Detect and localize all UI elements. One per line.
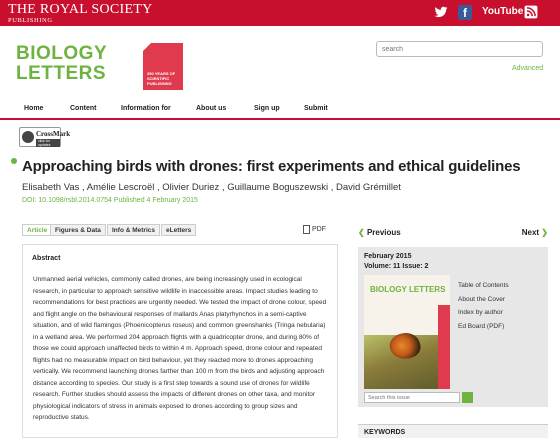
brand-name: THE ROYAL SOCIETY [8, 2, 153, 17]
top-bar: THE ROYAL SOCIETY PUBLISHING f YouTube [0, 0, 560, 26]
ed-board-link[interactable]: Ed Board (PDF) [458, 320, 509, 334]
journal-logo-line2: LETTERS [16, 63, 107, 84]
keywords-panel: KEYWORDS [358, 424, 548, 438]
issue-links: Table of Contents About the Cover Index … [458, 279, 509, 333]
issue-volume: Volume: 11 Issue: 2 [364, 263, 429, 270]
nav-item-content[interactable]: Content [70, 105, 96, 112]
tab-eletters[interactable]: eLetters [161, 224, 197, 236]
brand-sub: PUBLISHING [8, 17, 53, 24]
badge-fold [143, 43, 151, 51]
tab-article[interactable]: Article [22, 224, 53, 236]
crossmark-icon [22, 131, 34, 143]
main-nav: Home Content Information for About us Si… [0, 100, 560, 120]
royal-society-logo[interactable]: THE ROYAL SOCIETY PUBLISHING [8, 2, 153, 24]
issue-search-button[interactable] [462, 392, 473, 403]
issue-search-input[interactable] [364, 392, 460, 403]
pdf-link[interactable]: PDF [312, 226, 326, 233]
journal-logo-line1: BIOLOGY [16, 43, 108, 64]
next-link[interactable]: Next ❯ [522, 228, 548, 237]
abstract-heading: Abstract [32, 255, 61, 262]
nav-item-home[interactable]: Home [24, 105, 43, 112]
nav-item-sign-up[interactable]: Sign up [254, 105, 280, 112]
table-of-contents-link[interactable]: Table of Contents [458, 279, 509, 293]
search-input[interactable] [376, 41, 543, 57]
issue-panel: February 2015 Volume: 11 Issue: 2 BIOLOG… [358, 247, 548, 407]
cover-title: BIOLOGY LETTERS [370, 285, 446, 294]
rss-icon[interactable] [524, 5, 538, 19]
index-by-author-link[interactable]: Index by author [458, 306, 509, 320]
chevron-left-icon: ❮ [358, 228, 367, 237]
next-label: Next [521, 228, 540, 237]
issue-cover-image[interactable]: BIOLOGY LETTERS [364, 275, 450, 389]
cover-spine [438, 305, 450, 389]
article-authors: Elisabeth Vas , Amélie Lescroël , Olivie… [22, 182, 401, 193]
youtube-icon[interactable]: YouTube [482, 5, 523, 19]
tab-figures-data[interactable]: Figures & Data [50, 224, 106, 236]
anniversary-badge: 350 YEARS OF SCIENTIFIC PUBLISHING [143, 43, 183, 90]
keywords-heading: KEYWORDS [364, 429, 406, 436]
chevron-right-icon: ❯ [539, 228, 548, 237]
crossmark-sub: click for updates [36, 139, 60, 147]
nav-item-submit[interactable]: Submit [304, 105, 328, 112]
journal-logo[interactable]: BIOLOGY LETTERS [16, 44, 107, 84]
anniversary-badge-text: 350 YEARS OF SCIENTIFIC PUBLISHING [147, 71, 176, 86]
crossmark-button[interactable]: CrossMark click for updates [19, 127, 70, 147]
article-title: Approaching birds with drones: first exp… [22, 158, 521, 175]
advanced-search-link[interactable]: Advanced [512, 65, 543, 72]
abstract-text: Unmanned aerial vehicles, commonly calle… [33, 276, 327, 421]
previous-label: Previous [366, 228, 401, 237]
facebook-icon[interactable]: f [458, 5, 472, 20]
pdf-icon[interactable] [303, 225, 310, 234]
nav-item-information-for[interactable]: Information for [121, 105, 171, 112]
tab-info-metrics[interactable]: Info & Metrics [107, 224, 160, 236]
prev-next-nav: ❮ Previous Next ❯ [358, 228, 548, 242]
about-cover-link[interactable]: About the Cover [458, 293, 509, 307]
twitter-icon[interactable] [434, 5, 448, 19]
previous-link[interactable]: ❮ Previous [358, 228, 401, 237]
article-doi[interactable]: DOI: 10.1098/rsbl.2014.0754 Published 4 … [22, 197, 198, 204]
nav-item-about-us[interactable]: About us [196, 105, 226, 112]
crossmark-label: CrossMark [36, 130, 71, 138]
issue-date: February 2015 [364, 253, 412, 260]
open-access-icon [11, 158, 17, 164]
